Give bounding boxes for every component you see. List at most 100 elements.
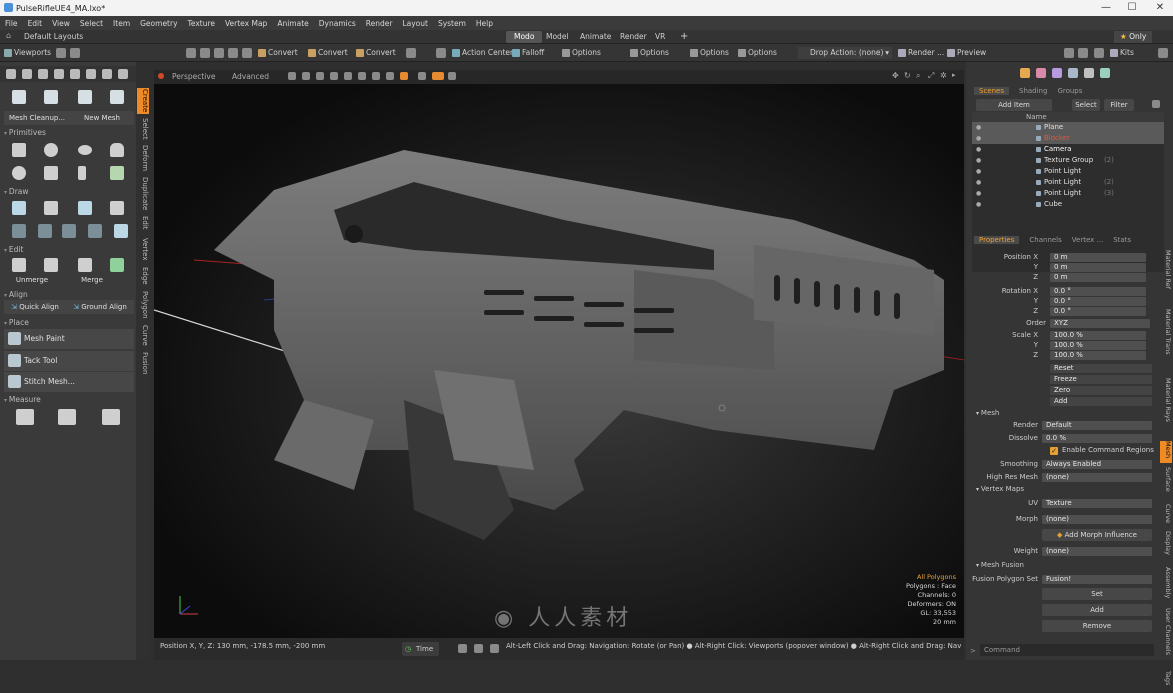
copy-icon[interactable] [44, 258, 58, 272]
uv-dropdown[interactable]: Texture [1042, 499, 1152, 508]
menu-texture[interactable]: Texture [183, 19, 220, 28]
add-item-dropdown[interactable]: Add Item [976, 99, 1052, 111]
kits-button[interactable]: Kits [1110, 47, 1134, 59]
sphere-icon[interactable] [44, 143, 58, 157]
vtab-edge[interactable]: Edge [137, 266, 149, 286]
add-morph-influence-button[interactable]: ◆ Add Morph Influence [1042, 529, 1152, 541]
display-icon[interactable] [372, 72, 380, 80]
tab-stats[interactable]: Stats [1113, 236, 1131, 244]
menu-vertex-map[interactable]: Vertex Map [220, 19, 272, 28]
set-button[interactable]: Set [1042, 588, 1152, 600]
viewports-button[interactable]: Viewports [4, 47, 51, 59]
fusion-polygon-set-dropdown[interactable]: Fusion! [1042, 575, 1152, 584]
workplane-icon[interactable] [436, 48, 446, 58]
item-mode-icon[interactable] [242, 48, 252, 58]
only-button[interactable]: ★ Only [1114, 31, 1153, 43]
vr-icon[interactable] [432, 72, 444, 80]
scene-tool-icon-2[interactable] [1036, 68, 1046, 78]
tab-shading[interactable]: Shading [1019, 87, 1047, 95]
remove-button[interactable]: Remove [1042, 620, 1152, 632]
settings-icon[interactable] [1158, 48, 1168, 58]
filter-button[interactable]: Filter [1104, 99, 1134, 111]
layout-grid-icon[interactable] [56, 48, 66, 58]
rotation-z-field[interactable]: 0.0 ° [1050, 307, 1146, 316]
cone-icon[interactable] [110, 143, 124, 157]
scene-tool-icon-5[interactable] [1084, 68, 1094, 78]
options-button-1[interactable]: Options [562, 47, 601, 59]
bounding-box-icon[interactable] [102, 409, 120, 425]
tab-vertex[interactable]: Vertex ... [1072, 236, 1103, 244]
menu-layout[interactable]: Layout [397, 19, 433, 28]
paste-icon[interactable] [78, 258, 92, 272]
sphere-tool-icon[interactable] [6, 69, 16, 79]
scale-z-field[interactable]: 100.0 % [1050, 351, 1146, 360]
rvtab-tags[interactable]: Tags [1160, 671, 1172, 693]
panel-icon[interactable] [490, 644, 499, 653]
capsule-icon[interactable] [78, 166, 86, 180]
search-tool-icon[interactable] [118, 69, 128, 79]
scene-tool-icon-1[interactable] [1020, 68, 1030, 78]
rvtab-user-channels[interactable]: User Channels [1160, 608, 1172, 668]
stitch-mesh-button[interactable]: Stitch Mesh... [4, 372, 134, 392]
ground-align-button[interactable]: ⇲ Ground Align [66, 300, 134, 314]
scene-item[interactable]: ● Point Light [972, 166, 1164, 177]
options-button-4[interactable]: Options [738, 47, 777, 59]
pin-icon[interactable]: ⌂ [6, 31, 11, 40]
layout-split-icon[interactable] [70, 48, 80, 58]
rotation-x-field[interactable]: 0.0 ° [1050, 287, 1146, 296]
grid-icon[interactable] [1078, 48, 1088, 58]
vtab-edit[interactable]: Edit [137, 214, 149, 232]
texture-icon[interactable] [316, 72, 324, 80]
vtab-curve[interactable]: Curve [137, 324, 149, 346]
preview-button[interactable]: Preview [947, 47, 986, 59]
view-settings-icon[interactable]: ✲ [940, 71, 947, 80]
timeline-icon[interactable] [458, 644, 467, 653]
layout-icon[interactable] [1064, 48, 1074, 58]
menu-system[interactable]: System [433, 19, 471, 28]
command-input[interactable]: Command [980, 644, 1154, 656]
tab-properties[interactable]: Properties [974, 236, 1020, 244]
tack-tool-button[interactable]: Tack Tool [4, 351, 134, 371]
vertex-mode-icon[interactable] [200, 48, 210, 58]
search-icon[interactable] [1094, 48, 1104, 58]
3d-viewport[interactable]: All Polygons Polygons : Face Channels: 0… [154, 70, 964, 638]
vtab-vertex[interactable]: Vertex [137, 236, 149, 262]
protractor-icon[interactable] [58, 409, 76, 425]
zoom-view-icon[interactable]: ⌕ [916, 71, 920, 81]
polygon-draw-icon[interactable] [44, 201, 58, 215]
tab-modo[interactable]: Modo [506, 31, 543, 43]
render-dropdown[interactable]: Default [1042, 421, 1152, 430]
patch-icon[interactable] [114, 224, 128, 238]
pen-tool-icon[interactable] [54, 69, 64, 79]
add-button[interactable]: Add [1042, 604, 1152, 616]
menu-help[interactable]: Help [471, 19, 498, 28]
vtab-polygon[interactable]: Polygon [137, 290, 149, 320]
vtab-select[interactable]: Select [137, 118, 149, 140]
scene-item[interactable]: ● Camera [972, 144, 1164, 155]
clock-tool-icon[interactable] [86, 69, 96, 79]
smoothing-dropdown[interactable]: Always Enabled [1042, 460, 1152, 469]
mesh-tool-icon[interactable] [110, 90, 124, 104]
tube-icon[interactable] [110, 201, 124, 215]
advanced-dropdown[interactable]: Advanced [232, 72, 269, 81]
reset-dropdown[interactable]: Reset [1050, 364, 1152, 373]
falloff-button[interactable]: Falloff [512, 47, 544, 59]
position-x-field[interactable]: 0 m [1050, 253, 1146, 262]
light-icon[interactable] [358, 72, 366, 80]
filter-icon[interactable] [386, 72, 394, 80]
unmerge-button[interactable]: Unmerge [4, 273, 60, 287]
select-button[interactable]: Select [1072, 99, 1100, 111]
close-icon[interactable]: ✕ [1147, 0, 1173, 16]
rvtab-material-ref[interactable]: Material Ref [1160, 250, 1172, 305]
pen-draw-icon[interactable] [12, 201, 26, 215]
rvtab-assembly[interactable]: Assembly [1160, 567, 1172, 604]
camera-view-icon[interactable] [344, 72, 352, 80]
morph-dropdown[interactable]: (none) [1042, 515, 1152, 524]
rvtab-curve[interactable]: Curve [1160, 504, 1172, 527]
move-view-icon[interactable]: ✥ [892, 71, 899, 80]
mesh-cleanup-button[interactable]: Mesh Cleanup... [4, 111, 70, 125]
rotation-y-field[interactable]: 0.0 ° [1050, 297, 1146, 306]
cube-icon[interactable] [12, 143, 26, 157]
action-center-button[interactable]: Action Center [452, 47, 513, 59]
visibility-icon[interactable]: ● [976, 188, 981, 199]
